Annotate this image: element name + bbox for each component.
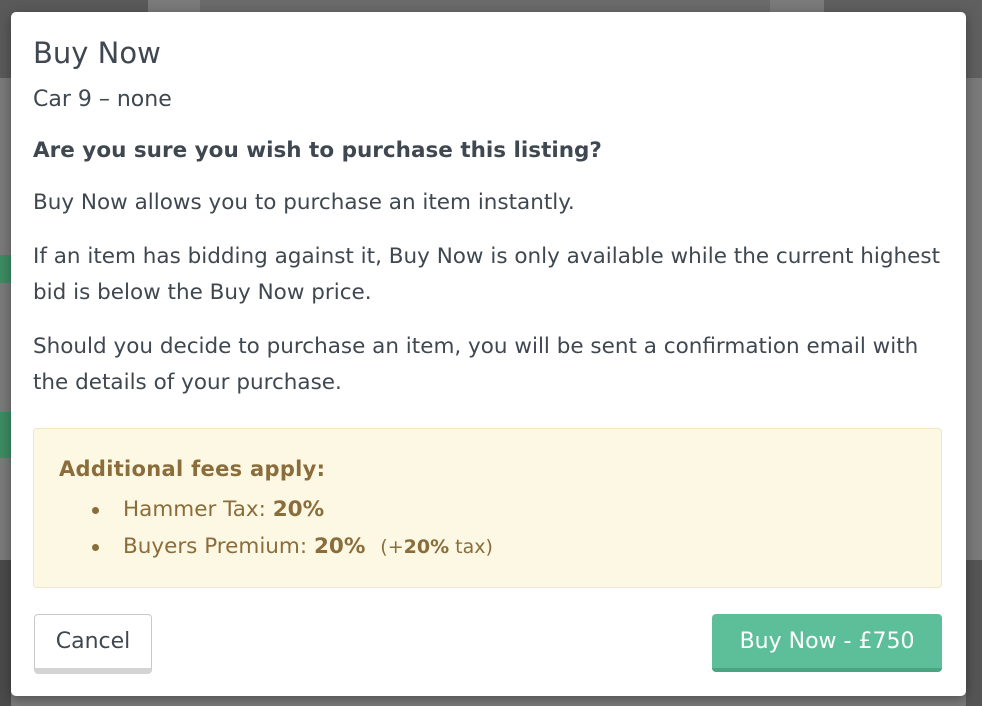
background-badge (0, 255, 11, 283)
modal-title: Buy Now (33, 36, 161, 70)
background-badge (0, 412, 11, 458)
bullet-icon (92, 544, 99, 551)
fee-item-buyers-premium: Buyers Premium: 20% (+20% tax) (92, 528, 493, 566)
info-paragraph: Buy Now allows you to purchase an item i… (33, 190, 575, 215)
fees-list: Hammer Tax: 20% Buyers Premium: 20% (+20… (92, 491, 493, 566)
fee-label: Buyers Premium: (123, 534, 308, 559)
background-listing-card (0, 560, 11, 706)
fee-item-hammer-tax: Hammer Tax: 20% (92, 491, 493, 528)
fees-title: Additional fees apply: (59, 457, 326, 481)
buy-now-modal: Buy Now Car 9 – none Are you sure you wi… (11, 12, 966, 696)
info-paragraph: If an item has bidding against it, Buy N… (33, 244, 941, 305)
info-paragraph: Should you decide to purchase an item, y… (33, 334, 919, 395)
listing-name: Car 9 – none (33, 87, 172, 112)
confirmation-question: Are you sure you wish to purchase this l… (33, 138, 602, 163)
bullet-icon (92, 507, 99, 514)
fee-tax-value: 20% (403, 536, 450, 558)
buy-now-button[interactable]: Buy Now - £750 (712, 614, 942, 672)
fee-value: 20% (272, 497, 325, 522)
fee-label: Hammer Tax: (123, 497, 266, 522)
fee-tax-note: (+20% tax) (380, 536, 493, 558)
background-listing-card (966, 560, 982, 706)
background-listing-card (200, 0, 770, 12)
fees-alert: Additional fees apply: Hammer Tax: 20% B… (33, 428, 942, 588)
fee-value: 20% (313, 534, 366, 559)
cancel-button[interactable]: Cancel (34, 614, 152, 674)
